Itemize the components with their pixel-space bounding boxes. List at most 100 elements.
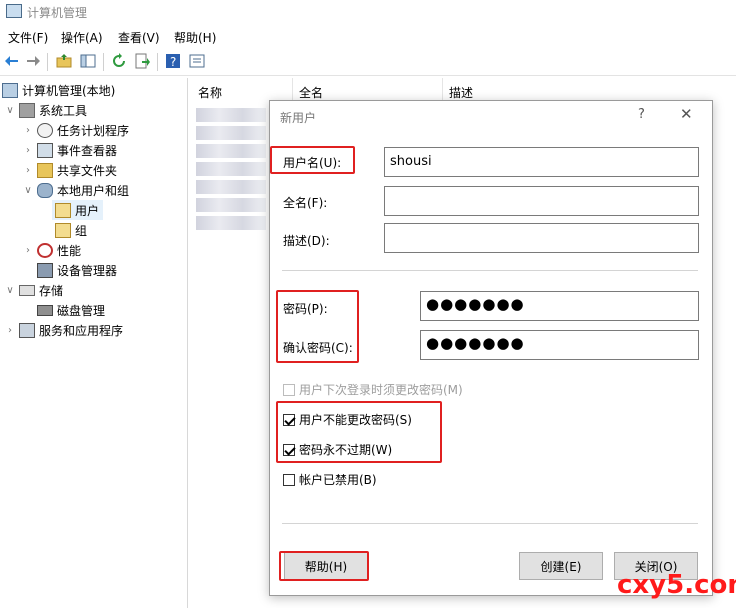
export-list-icon[interactable] — [134, 53, 150, 69]
chevron-right-icon[interactable]: › — [22, 165, 34, 176]
close-icon[interactable]: ✕ — [680, 105, 693, 123]
tree-performance[interactable]: › 性能 — [22, 240, 81, 260]
checkbox-box[interactable] — [283, 383, 295, 396]
refresh-icon[interactable] — [111, 53, 127, 69]
chevron-right-icon[interactable]: › — [22, 145, 34, 156]
tree-groups[interactable]: 组 — [52, 220, 87, 240]
performance-icon — [37, 242, 53, 258]
blurred-user-row — [196, 162, 266, 176]
tree-task-scheduler[interactable]: › 任务计划程序 — [22, 120, 129, 140]
fullname-field[interactable] — [384, 186, 699, 216]
must-change-password-label: 用户下次登录时须更改密码(M) — [299, 383, 463, 397]
menu-view[interactable]: 查看(V) — [118, 29, 160, 46]
window-title: 计算机管理 — [27, 6, 88, 20]
properties-pane-icon[interactable] — [189, 53, 205, 69]
menu-help[interactable]: 帮助(H) — [174, 29, 216, 46]
toolbar-separator — [47, 53, 48, 71]
tree-system-tools[interactable]: ∨ 系统工具 — [4, 100, 87, 120]
tree-shared-folders[interactable]: › 共享文件夹 — [22, 160, 117, 180]
tree-users[interactable]: 用户 — [52, 200, 104, 220]
disk-icon — [37, 304, 53, 316]
tree-users-label: 用户 — [75, 203, 100, 218]
event-viewer-icon — [37, 142, 53, 158]
must-change-password-checkbox[interactable]: 用户下次登录时须更改密码(M) — [283, 381, 463, 398]
confirm-password-field[interactable]: ●●●●●●● — [420, 330, 699, 360]
password-field[interactable]: ●●●●●●● — [420, 291, 699, 321]
toolbar-separator — [157, 53, 158, 71]
blurred-user-row — [196, 180, 266, 194]
computer-management-icon — [6, 4, 22, 18]
highlight-password — [276, 290, 359, 363]
tree-shared-folders-label: 共享文件夹 — [57, 163, 118, 178]
account-disabled-label: 帐户已禁用(B) — [299, 473, 377, 487]
highlight-username — [270, 146, 355, 174]
chevron-right-icon[interactable]: › — [22, 125, 34, 136]
console-tree: 计算机管理(本地) ∨ 系统工具 › 任务计划程序 › 事件查看器 › 共享文件… — [0, 78, 188, 608]
description-field[interactable] — [384, 223, 699, 253]
tree-storage-label: 存储 — [39, 283, 64, 298]
chevron-right-icon[interactable]: › — [22, 245, 34, 256]
tree-task-scheduler-label: 任务计划程序 — [57, 123, 130, 138]
forward-arrow-icon[interactable] — [25, 53, 41, 69]
shared-folder-icon — [37, 162, 53, 178]
up-folder-icon[interactable] — [56, 53, 72, 69]
folder-icon — [55, 202, 71, 218]
tree-root[interactable]: 计算机管理(本地) — [2, 80, 115, 100]
chevron-down-icon[interactable]: ∨ — [22, 185, 34, 196]
tree-root-label: 计算机管理(本地) — [22, 83, 116, 98]
chevron-down-icon[interactable]: ∨ — [4, 285, 16, 296]
tree-storage[interactable]: ∨ 存储 — [4, 280, 63, 300]
username-field[interactable]: shousi — [384, 147, 699, 177]
tree-local-users-groups-label: 本地用户和组 — [57, 183, 130, 198]
highlight-checkboxes — [276, 401, 442, 463]
chevron-right-icon[interactable]: › — [4, 325, 16, 336]
tree-system-tools-label: 系统工具 — [39, 103, 88, 118]
menu-file[interactable]: 文件(F) — [8, 29, 48, 46]
tree-disk-management-label: 磁盘管理 — [57, 303, 106, 318]
tree-event-viewer-label: 事件查看器 — [57, 143, 118, 158]
fullname-label: 全名(F): — [283, 196, 328, 210]
device-manager-icon — [37, 262, 53, 278]
account-disabled-checkbox[interactable]: 帐户已禁用(B) — [283, 471, 377, 488]
blurred-user-row — [196, 198, 266, 212]
tree-device-manager[interactable]: 设备管理器 — [34, 260, 117, 280]
svg-text:?: ? — [170, 55, 176, 69]
menu-action[interactable]: 操作(A) — [61, 29, 103, 46]
divider — [282, 523, 698, 524]
dialog-title: 新用户 — [280, 111, 317, 125]
blurred-user-row — [196, 216, 266, 230]
divider — [282, 270, 698, 271]
blurred-user-row — [196, 108, 266, 122]
column-name[interactable]: 名称 — [192, 78, 293, 102]
create-button[interactable]: 创建(E) — [519, 552, 603, 580]
help-icon[interactable]: ? — [638, 107, 645, 122]
tree-groups-label: 组 — [75, 223, 88, 238]
system-tools-icon — [19, 102, 35, 118]
users-group-icon — [37, 182, 53, 198]
folder-icon — [55, 222, 71, 238]
tree-device-manager-label: 设备管理器 — [57, 263, 118, 278]
tree-local-users-groups[interactable]: ∨ 本地用户和组 — [22, 180, 129, 200]
watermark: cxy5.com — [617, 570, 736, 600]
menu-bar: 文件(F) 操作(A) 查看(V) 帮助(H) — [0, 26, 736, 48]
computer-icon — [2, 82, 18, 98]
services-icon — [19, 322, 35, 338]
column-description[interactable]: 描述 — [443, 78, 736, 102]
tree-services-apps-label: 服务和应用程序 — [39, 323, 124, 338]
storage-icon — [19, 284, 35, 296]
toolbar: ? — [0, 48, 736, 76]
clock-icon — [37, 122, 53, 138]
tree-event-viewer[interactable]: › 事件查看器 — [22, 140, 117, 160]
show-hide-tree-icon[interactable] — [80, 53, 96, 69]
help-icon[interactable]: ? — [165, 53, 181, 69]
tree-services-apps[interactable]: › 服务和应用程序 — [4, 320, 123, 340]
chevron-down-icon[interactable]: ∨ — [4, 105, 16, 116]
checkbox-box[interactable] — [283, 473, 295, 486]
tree-disk-management[interactable]: 磁盘管理 — [34, 300, 105, 320]
title-bar: 计算机管理 — [0, 0, 736, 24]
toolbar-separator — [103, 53, 104, 71]
description-label: 描述(D): — [283, 234, 330, 248]
column-fullname[interactable]: 全名 — [293, 78, 443, 102]
back-arrow-icon[interactable] — [4, 53, 20, 69]
blurred-user-row — [196, 126, 266, 140]
